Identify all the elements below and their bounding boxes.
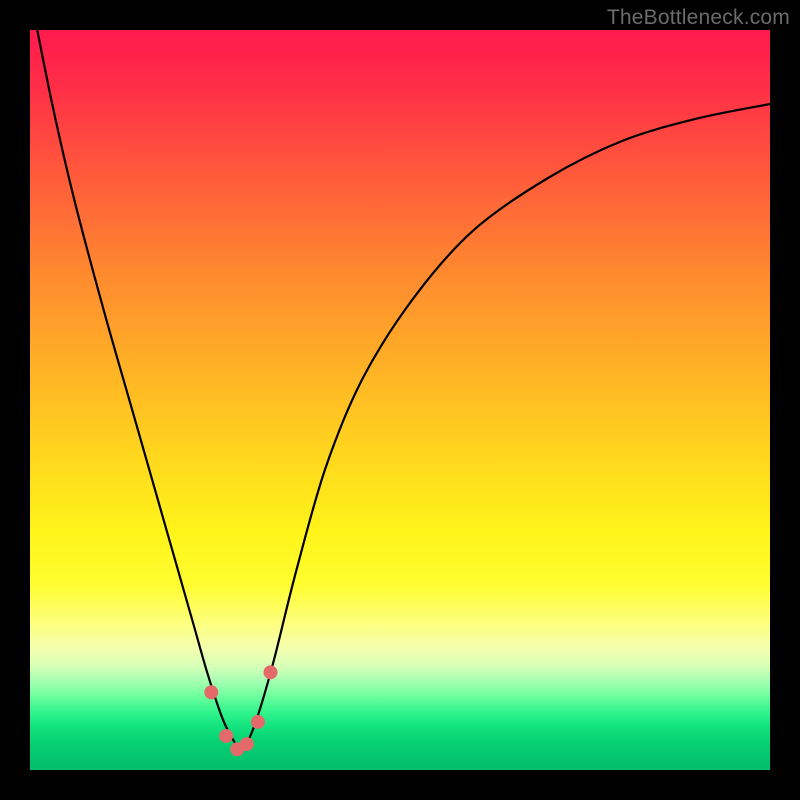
valley-marker (264, 665, 278, 679)
valley-marker (219, 729, 233, 743)
valley-marker (204, 685, 218, 699)
valley-markers (204, 665, 277, 756)
valley-marker (251, 715, 265, 729)
bottleneck-chart-svg (30, 30, 770, 770)
watermark-text: TheBottleneck.com (607, 6, 790, 30)
chart-frame: TheBottleneck.com (0, 0, 800, 800)
chart-plot-area (30, 30, 770, 770)
bottleneck-curve (30, 30, 770, 748)
valley-marker (240, 737, 254, 751)
